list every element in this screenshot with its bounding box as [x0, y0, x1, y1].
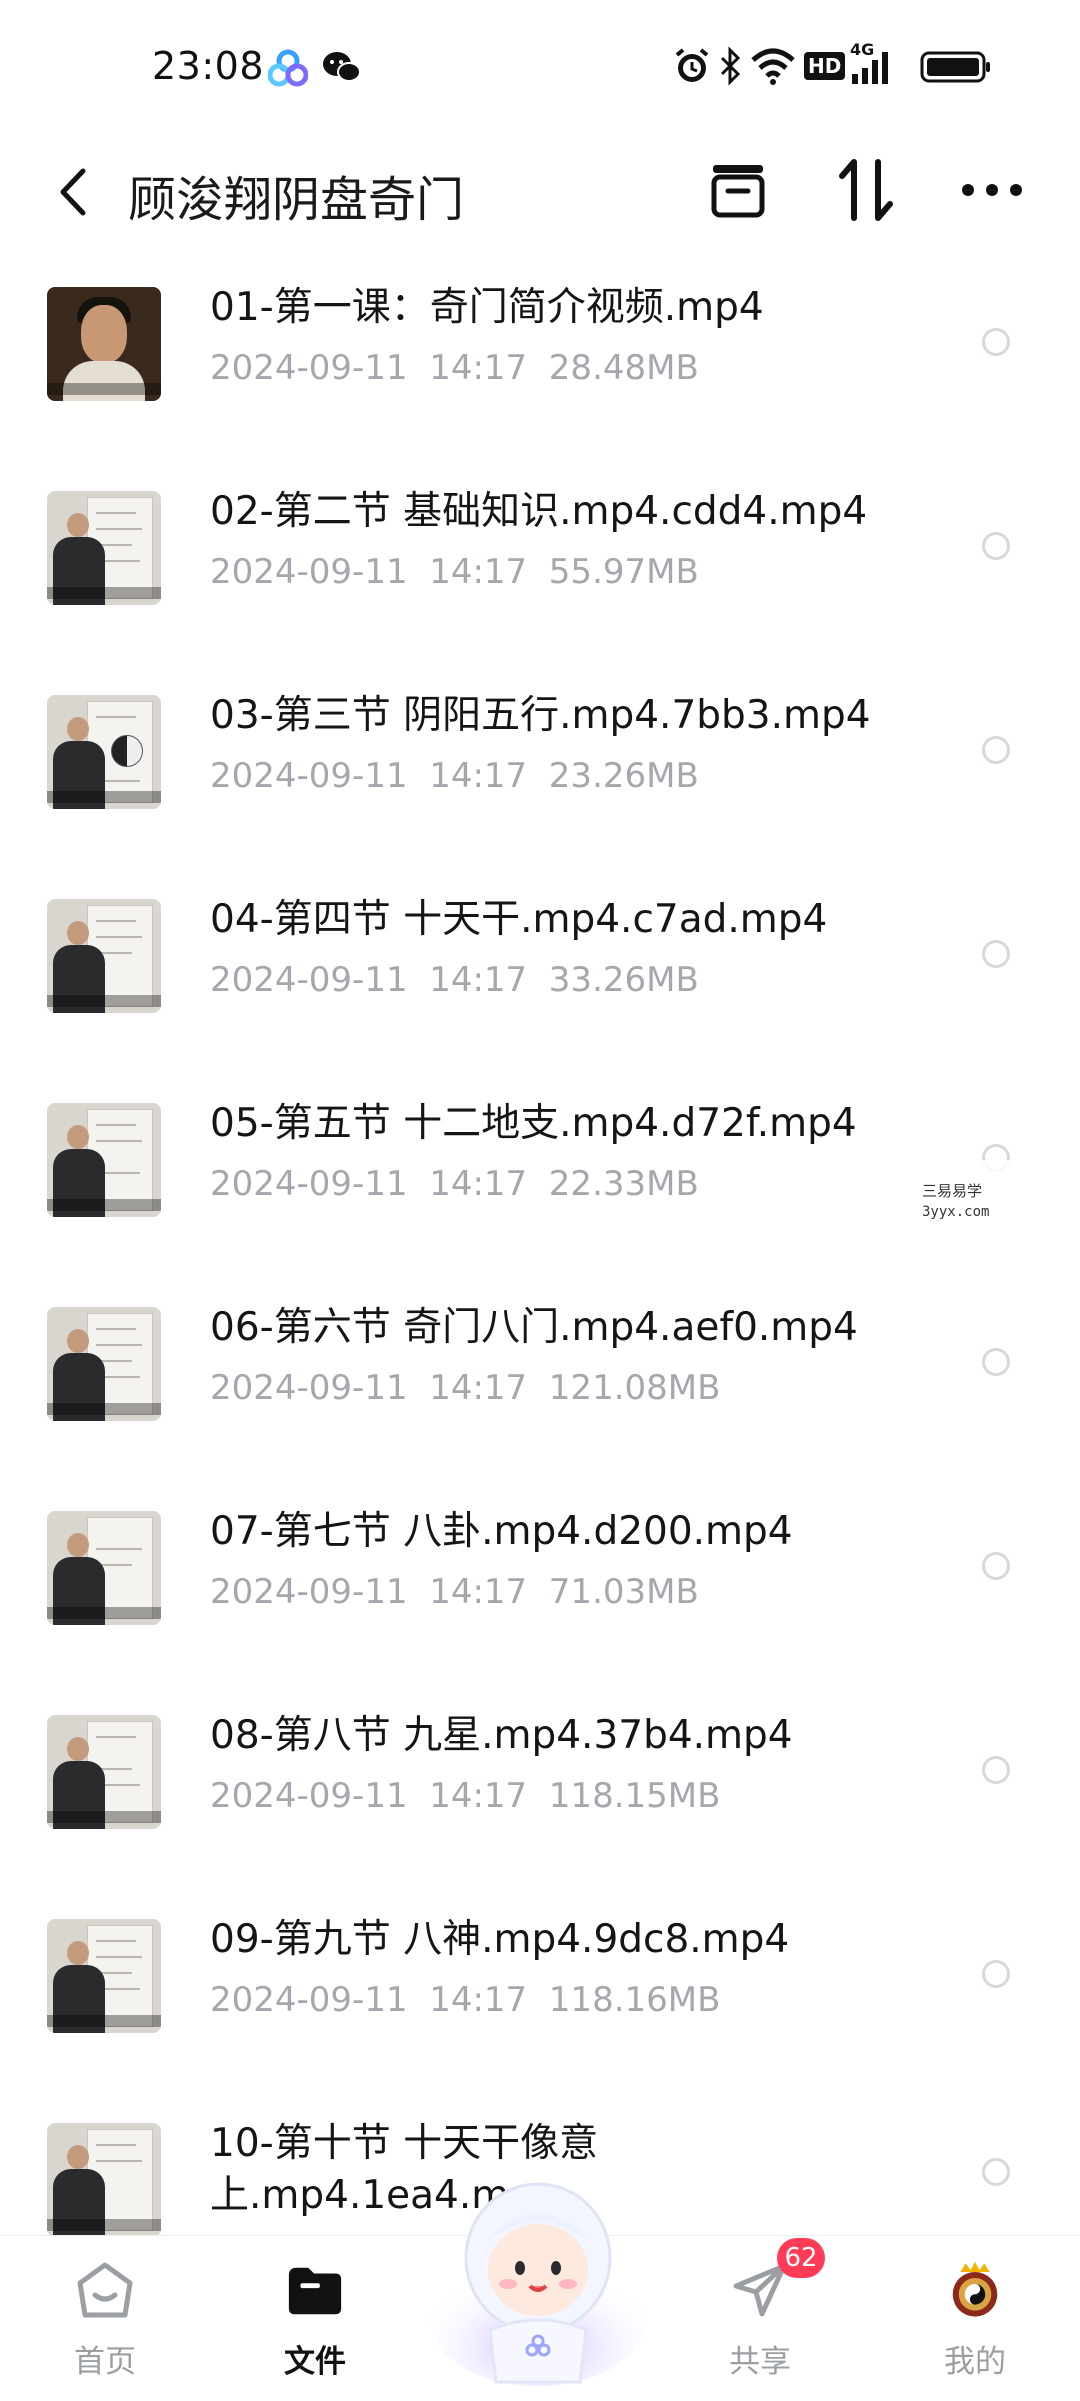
hd-icon: HD	[804, 52, 846, 80]
sort-icon	[839, 159, 893, 221]
file-name: 06-第六节 奇门八门.mp4.aef0.mp4	[210, 1305, 858, 1350]
sort-button[interactable]	[826, 150, 906, 230]
video-thumbnail	[47, 899, 161, 1013]
back-icon	[60, 168, 86, 216]
signal-4g-icon: 4G	[850, 40, 896, 90]
watermark-url: 3yyx.com	[922, 1204, 990, 1220]
profile-avatar-icon	[945, 2260, 1005, 2320]
file-row[interactable]: 07-第七节 八卦.mp4.d200.mp4 2024-09-11 14:17 …	[0, 1484, 1080, 1688]
file-name: 09-第九节 八神.mp4.9dc8.mp4	[210, 1917, 790, 1962]
select-radio[interactable]	[982, 2158, 1010, 2186]
video-thumbnail	[47, 1103, 161, 1217]
file-row[interactable]: 06-第六节 奇门八门.mp4.aef0.mp4 2024-09-11 14:1…	[0, 1280, 1080, 1484]
video-thumbnail	[47, 287, 161, 401]
alarm-icon	[672, 46, 712, 90]
share-badge: 62	[777, 2238, 825, 2278]
select-radio[interactable]	[982, 328, 1010, 356]
nav-home-label: 首页	[74, 2344, 136, 2380]
file-row[interactable]: 02-第二节 基础知识.mp4.cdd4.mp4 2024-09-11 14:1…	[0, 464, 1080, 668]
back-button[interactable]	[44, 154, 100, 230]
status-bar: 23:08 HD 4G	[0, 0, 1080, 130]
select-radio[interactable]	[982, 940, 1010, 968]
nav-files[interactable]: 文件	[240, 2236, 390, 2401]
file-row[interactable]: 04-第四节 十天干.mp4.c7ad.mp4 2024-09-11 14:17…	[0, 872, 1080, 1076]
video-thumbnail	[47, 1715, 161, 1829]
file-meta: 2024-09-11 14:17 22.33MB	[210, 1164, 699, 1204]
home-icon	[75, 2260, 135, 2320]
file-name: 05-第五节 十二地支.mp4.d72f.mp4	[210, 1101, 857, 1146]
file-meta: 2024-09-11 14:17 23.26MB	[210, 756, 699, 796]
nav-home[interactable]: 首页	[30, 2236, 180, 2401]
page-title: 顾浚翔阴盘奇门	[128, 172, 465, 228]
video-thumbnail	[47, 2123, 161, 2235]
file-name: 07-第七节 八卦.mp4.d200.mp4	[210, 1509, 793, 1554]
folder-icon	[285, 2260, 345, 2320]
video-thumbnail	[47, 695, 161, 809]
select-radio[interactable]	[982, 532, 1010, 560]
file-row[interactable]: 01-第一课：奇门简介视频.mp4 2024-09-11 14:17 28.48…	[0, 260, 1080, 464]
file-meta: 2024-09-11 14:17 55.97MB	[210, 552, 699, 592]
select-radio[interactable]	[982, 1960, 1010, 1988]
file-row[interactable]: 03-第三节 阴阳五行.mp4.7bb3.mp4 2024-09-11 14:1…	[0, 668, 1080, 872]
mascot-icon	[430, 2182, 646, 2386]
file-name: 02-第二节 基础知识.mp4.cdd4.mp4	[210, 489, 868, 534]
file-name: 04-第四节 十天干.mp4.c7ad.mp4	[210, 897, 828, 942]
select-radio[interactable]	[982, 1756, 1010, 1784]
bluetooth-icon	[716, 46, 744, 90]
baidu-netdisk-icon	[267, 48, 309, 88]
archive-button[interactable]	[698, 150, 778, 230]
nav-share-label: 共享	[729, 2344, 791, 2380]
file-meta: 2024-09-11 14:17 28.48MB	[210, 348, 699, 388]
nav-profile[interactable]: 我的	[900, 2236, 1050, 2401]
file-name: 01-第一课：奇门简介视频.mp4	[210, 285, 764, 330]
select-radio[interactable]	[982, 1348, 1010, 1376]
file-meta: 2024-09-11 14:17 118.16MB	[210, 1980, 721, 2020]
archive-icon	[711, 165, 765, 218]
video-thumbnail	[47, 491, 161, 605]
battery-icon	[920, 50, 992, 88]
more-icon	[962, 184, 1022, 196]
file-meta: 2024-09-11 14:17 33.26MB	[210, 960, 699, 1000]
file-list: 01-第一课：奇门简介视频.mp4 2024-09-11 14:17 28.48…	[0, 260, 1080, 2235]
file-meta: 2024-09-11 14:17 71.03MB	[210, 1572, 699, 1612]
wechat-icon	[322, 50, 362, 86]
file-name: 03-第三节 阴阳五行.mp4.7bb3.mp4	[210, 693, 871, 738]
nav-share[interactable]: 62 共享	[685, 2236, 835, 2401]
select-radio[interactable]	[982, 1552, 1010, 1580]
header: 顾浚翔阴盘奇门	[0, 130, 1080, 260]
file-meta: 2024-09-11 14:17 121.08MB	[210, 1368, 721, 1408]
wifi-icon	[750, 46, 796, 90]
nav-files-label: 文件	[284, 2344, 346, 2380]
select-radio[interactable]	[982, 736, 1010, 764]
video-thumbnail	[47, 1919, 161, 2033]
file-row[interactable]: 09-第九节 八神.mp4.9dc8.mp4 2024-09-11 14:17 …	[0, 1892, 1080, 2096]
file-row[interactable]: 08-第八节 九星.mp4.37b4.mp4 2024-09-11 14:17 …	[0, 1688, 1080, 1892]
status-time: 23:08	[152, 44, 265, 88]
watermark-title: 三易易学	[922, 1182, 983, 1200]
file-name: 08-第八节 九星.mp4.37b4.mp4	[210, 1713, 793, 1758]
more-button[interactable]	[952, 150, 1032, 230]
file-meta: 2024-09-11 14:17 118.15MB	[210, 1776, 721, 1816]
video-thumbnail	[47, 1511, 161, 1625]
mascot-button[interactable]	[428, 2160, 648, 2390]
nav-profile-label: 我的	[944, 2344, 1006, 2380]
video-thumbnail	[47, 1307, 161, 1421]
